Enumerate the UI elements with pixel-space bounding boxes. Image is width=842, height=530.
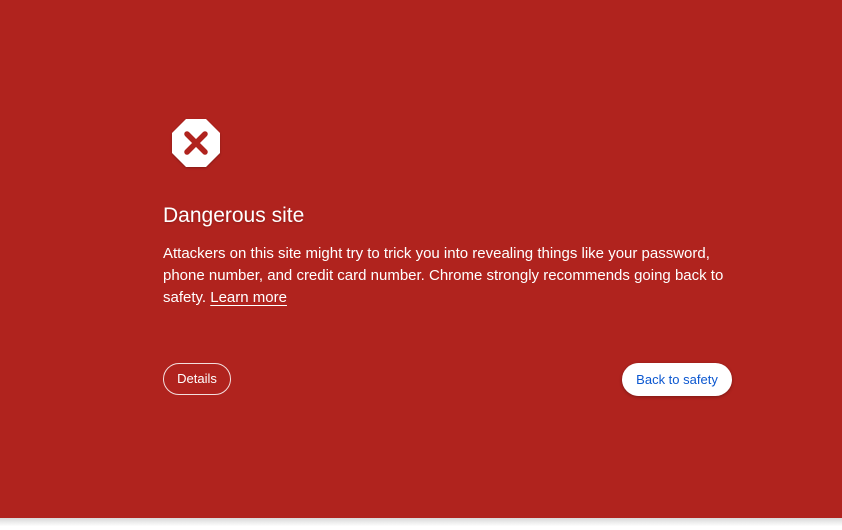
details-button[interactable]: Details	[163, 363, 231, 395]
learn-more-link[interactable]: Learn more	[210, 289, 287, 306]
window-bottom-edge	[0, 518, 842, 530]
back-to-safety-button[interactable]: Back to safety	[622, 363, 732, 396]
page-title: Dangerous site	[163, 204, 305, 227]
danger-stop-icon	[172, 119, 220, 167]
interstitial-page: Dangerous site Attackers on this site mi…	[0, 0, 842, 518]
warning-description: Attackers on this site might try to tric…	[163, 243, 738, 309]
